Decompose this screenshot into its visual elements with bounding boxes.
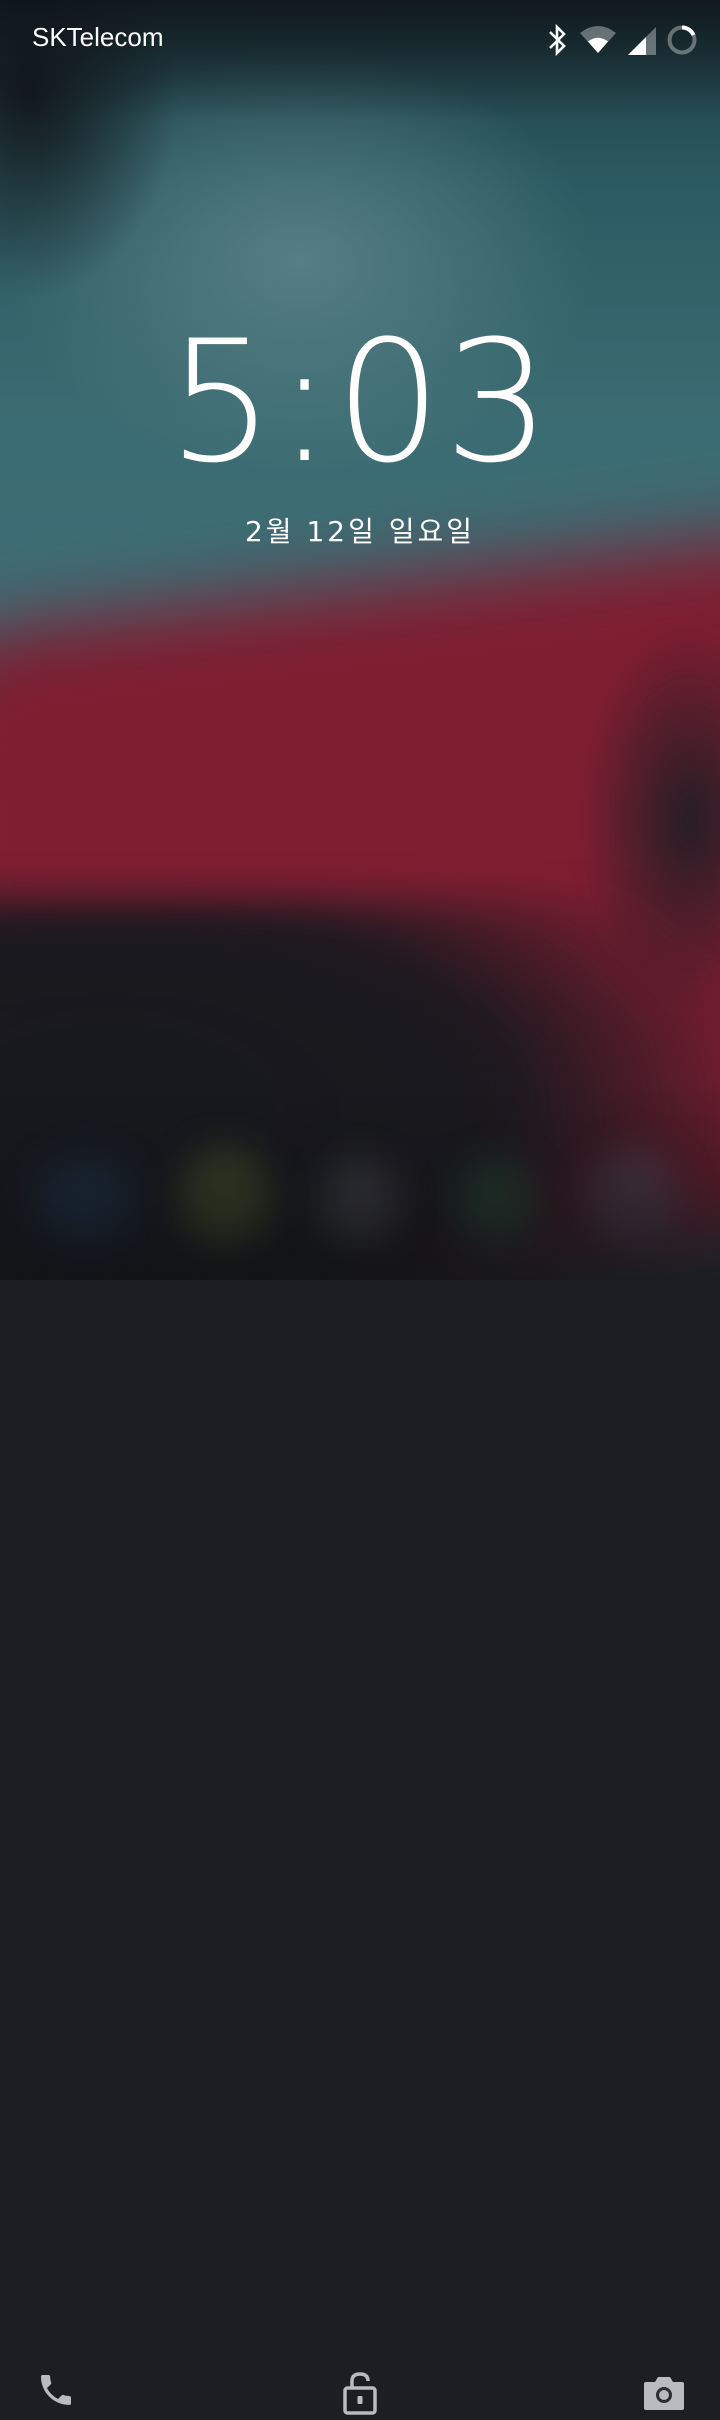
status-icons: [546, 22, 698, 58]
carrier-name: SKTelecom: [32, 22, 164, 52]
status-bar: SKTelecom: [0, 0, 720, 82]
wifi-icon: [580, 25, 616, 55]
camera-icon[interactable]: [642, 2374, 686, 2416]
lockscreen-bottom-actions: [0, 1170, 720, 2415]
lockscreen-clock: 5:03: [167, 304, 553, 500]
phone-icon[interactable]: [36, 2370, 76, 2414]
unlock-padlock-icon[interactable]: [342, 2370, 378, 2420]
bluetooth-icon: [546, 22, 570, 58]
lockscreen-date: 2월 12일 일요일: [244, 515, 476, 548]
cellular-signal-icon: [626, 25, 656, 55]
battery-charging-ring-icon: [666, 24, 698, 56]
lockscreen-wallpaper: [0, 0, 720, 1280]
